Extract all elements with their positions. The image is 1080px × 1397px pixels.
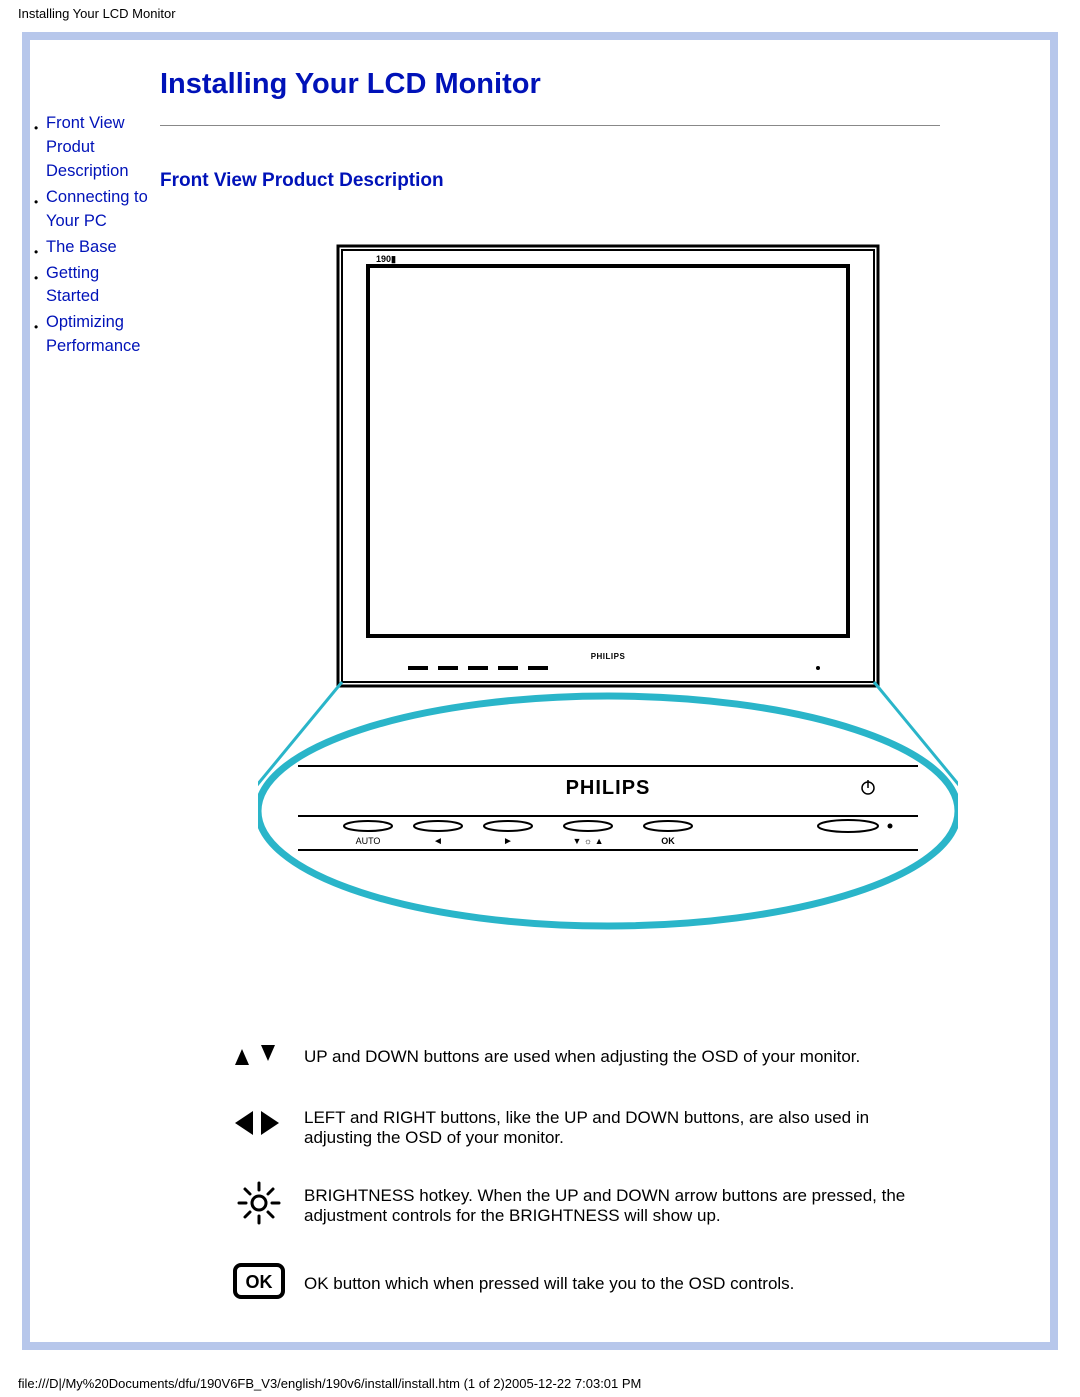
svg-text:►: ► bbox=[503, 836, 513, 847]
svg-text:▼ ☼ ▲: ▼ ☼ ▲ bbox=[572, 836, 603, 846]
svg-text:OK: OK bbox=[661, 836, 675, 846]
sidebar-item-base[interactable]: The Base bbox=[32, 236, 150, 260]
brightness-icon bbox=[236, 1180, 282, 1226]
section-title: Front View Product Description bbox=[160, 170, 1020, 192]
table-row: LEFT and RIGHT buttons, like the UP and … bbox=[220, 1092, 940, 1164]
sidebar-item-optimizing[interactable]: Optimizing Performance bbox=[32, 311, 150, 359]
footer-file-path: file:///D|/My%20Documents/dfu/190V6FB_V3… bbox=[18, 1376, 641, 1391]
sidebar-link[interactable]: Front View Produt Description bbox=[46, 114, 129, 180]
table-row: UP and DOWN buttons are used when adjust… bbox=[220, 1021, 940, 1092]
sidebar-link[interactable]: Getting Started bbox=[46, 264, 99, 306]
ok-icon: OK bbox=[233, 1263, 285, 1299]
svg-text:OK: OK bbox=[246, 1272, 273, 1292]
sidebar-nav: Front View Produt Description Connecting… bbox=[32, 112, 150, 361]
up-down-icon bbox=[231, 1037, 287, 1071]
monitor-illustration: 190▮ PHILIPS PH bbox=[258, 236, 958, 936]
svg-text:PHILIPS: PHILIPS bbox=[566, 777, 651, 799]
control-desc: LEFT and RIGHT buttons, like the UP and … bbox=[298, 1092, 940, 1164]
window-title: Installing Your LCD Monitor bbox=[18, 6, 176, 21]
control-desc: OK button which when pressed will take y… bbox=[298, 1247, 940, 1320]
left-right-icon bbox=[231, 1109, 287, 1143]
main-column: Installing Your LCD Monitor Front View P… bbox=[160, 68, 1020, 1320]
sidebar-item-getting-started[interactable]: Getting Started bbox=[32, 262, 150, 310]
controls-table: UP and DOWN buttons are used when adjust… bbox=[220, 1021, 940, 1320]
page-frame: Front View Produt Description Connecting… bbox=[22, 32, 1058, 1350]
page-content: Front View Produt Description Connecting… bbox=[30, 40, 1050, 1342]
svg-text:AUTO: AUTO bbox=[356, 836, 381, 846]
divider bbox=[160, 125, 940, 126]
page-title: Installing Your LCD Monitor bbox=[160, 68, 1020, 101]
table-row: BRIGHTNESS hotkey. When the UP and DOWN … bbox=[220, 1164, 940, 1247]
svg-text:◄: ◄ bbox=[433, 836, 443, 847]
sidebar-link[interactable]: Connecting to Your PC bbox=[46, 188, 148, 230]
sidebar-item-front-view[interactable]: Front View Produt Description bbox=[32, 112, 150, 184]
control-desc: BRIGHTNESS hotkey. When the UP and DOWN … bbox=[298, 1164, 940, 1247]
product-figure: 190▮ PHILIPS PH bbox=[258, 236, 958, 941]
sidebar-link[interactable]: Optimizing Performance bbox=[46, 313, 140, 355]
svg-text:PHILIPS: PHILIPS bbox=[591, 652, 626, 661]
sidebar-item-connecting[interactable]: Connecting to Your PC bbox=[32, 186, 150, 234]
model-label: 190▮ bbox=[376, 254, 396, 264]
control-desc: UP and DOWN buttons are used when adjust… bbox=[298, 1021, 940, 1092]
table-row: OK OK button which when pressed will tak… bbox=[220, 1247, 940, 1320]
sidebar-link[interactable]: The Base bbox=[46, 238, 117, 256]
